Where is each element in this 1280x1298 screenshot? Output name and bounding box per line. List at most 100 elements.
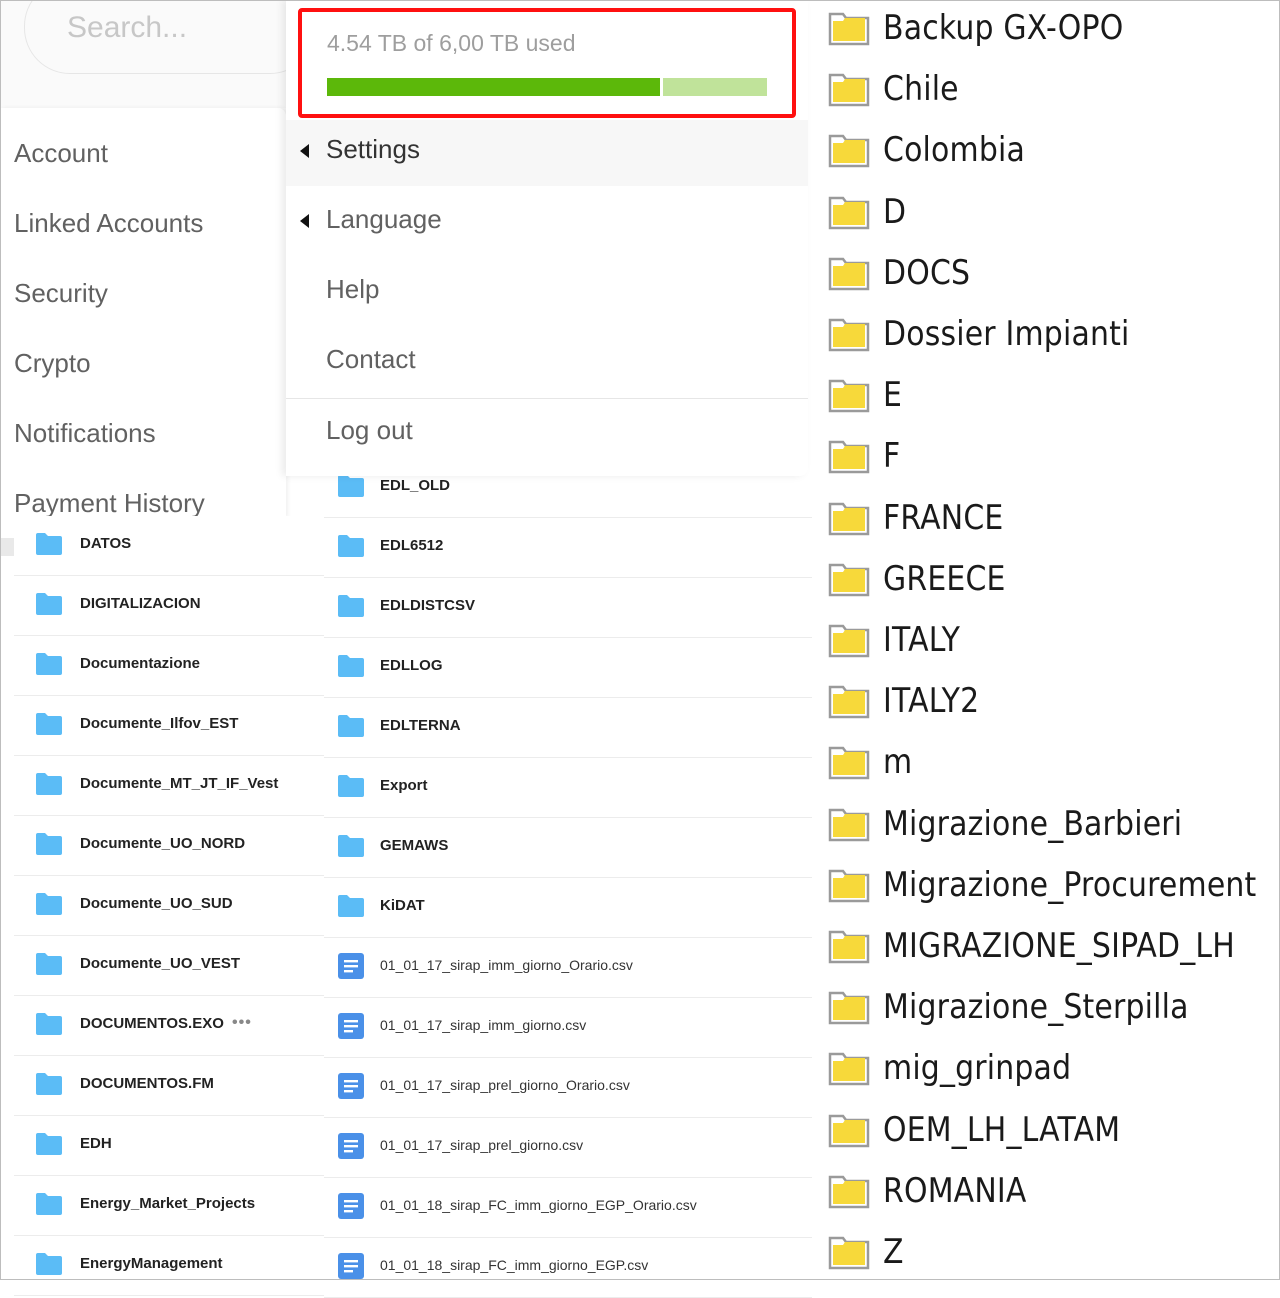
folder-icon <box>34 1132 64 1156</box>
folder-icon <box>828 563 870 597</box>
folder-icon <box>34 892 64 916</box>
explorer-folder-row[interactable]: Chile <box>812 61 1280 122</box>
explorer-folder-row[interactable]: OEM_LH_LATAM <box>812 1102 1280 1163</box>
file-row[interactable]: 01_01_17_sirap_prel_giorno_Orario.csv <box>324 1058 812 1118</box>
explorer-folder-row[interactable]: D <box>812 184 1280 245</box>
caret-left-icon <box>300 144 309 158</box>
folder-name: Migrazione_Barbieri <box>883 803 1183 844</box>
folder-row[interactable]: Energy_Market_Projects <box>14 1176 324 1236</box>
menu-item-security[interactable]: Security <box>14 278 108 309</box>
item-name: Documente_Ilfov_EST <box>80 715 239 732</box>
folder-row[interactable]: EDH <box>14 1116 324 1176</box>
dropdown-item-language[interactable]: Language <box>286 190 808 256</box>
file-row[interactable]: 01_01_18_sirap_FC_imm_giorno_EGP.csv <box>324 1238 812 1298</box>
folder-row[interactable]: EnergyManagement <box>14 1236 324 1296</box>
file-row[interactable]: 01_01_18_sirap_FC_imm_giorno_EGP_Orario.… <box>324 1178 812 1238</box>
explorer-folder-row[interactable]: m <box>812 734 1280 795</box>
explorer-folder-row[interactable]: GREECE <box>812 551 1280 612</box>
document-icon <box>338 1013 368 1039</box>
folder-icon <box>828 1236 870 1270</box>
explorer-folder-row[interactable]: Migrazione_Barbieri <box>812 796 1280 857</box>
explorer-folder-row[interactable]: Migrazione_Procurement <box>812 857 1280 918</box>
folder-icon <box>34 592 64 616</box>
item-name: Documentazione <box>80 655 201 672</box>
explorer-folder-row[interactable]: E <box>812 367 1280 428</box>
dropdown-item-help[interactable]: Help <box>286 260 808 326</box>
folder-row[interactable]: EDL6512 <box>324 518 812 578</box>
folder-row[interactable]: EDLTERNA <box>324 698 812 758</box>
folder-row[interactable]: Documente_UO_SUD <box>14 876 324 936</box>
folder-icon <box>336 834 366 858</box>
dropdown-item-settings[interactable]: Settings <box>286 120 808 186</box>
folder-row[interactable]: Documentazione <box>14 636 324 696</box>
folder-row[interactable]: KiDAT <box>324 878 812 938</box>
explorer-folder-row[interactable]: FRANCE <box>812 490 1280 551</box>
folder-row[interactable]: Export <box>324 758 812 818</box>
explorer-folder-row[interactable]: Backup GX-OPO <box>812 0 1280 61</box>
menu-item-payment-history[interactable]: Payment History <box>14 488 205 519</box>
explorer-folder-row[interactable]: F <box>812 428 1280 489</box>
explorer-folder-row[interactable]: mig_grinpad <box>812 1040 1280 1101</box>
dropdown-item-contact[interactable]: Contact <box>286 330 808 396</box>
explorer-folder-row[interactable]: ROMANIA <box>812 1163 1280 1224</box>
search-input[interactable] <box>65 7 289 49</box>
folder-row[interactable]: EDLLOG <box>324 638 812 698</box>
strip-mark <box>0 538 14 556</box>
file-row[interactable]: 01_01_17_sirap_imm_giorno_Orario.csv <box>324 938 812 998</box>
caret-left-icon <box>300 214 309 228</box>
dropdown-item-label: Settings <box>326 134 420 164</box>
item-name: EDLTERNA <box>380 717 461 734</box>
folder-icon <box>828 1175 870 1209</box>
explorer-folder-row[interactable]: Colombia <box>812 122 1280 183</box>
folder-icon <box>828 991 870 1025</box>
explorer-folder-row[interactable]: Migrazione_Sterpilla <box>812 979 1280 1040</box>
more-options-icon[interactable]: ••• <box>232 1014 252 1032</box>
file-row[interactable]: 01_01_17_sirap_prel_giorno.csv <box>324 1118 812 1178</box>
item-name: EDL_OLD <box>380 477 451 494</box>
folder-name: Migrazione_Sterpilla <box>883 987 1189 1028</box>
folder-name: OEM_LH_LATAM <box>883 1109 1121 1150</box>
folder-name: Backup GX-OPO <box>883 8 1124 48</box>
document-icon <box>338 1133 368 1159</box>
folder-icon <box>828 1052 870 1086</box>
folder-row[interactable]: Documente_Ilfov_EST <box>14 696 324 756</box>
folder-name: mig_grinpad <box>883 1048 1072 1089</box>
menu-item-crypto[interactable]: Crypto <box>14 348 91 379</box>
item-name: EDLDISTCSV <box>380 597 476 614</box>
item-name: EnergyManagement <box>80 1255 223 1272</box>
folder-row[interactable]: DATOS <box>14 516 324 576</box>
folder-name: F <box>883 436 901 477</box>
item-name: Documente_UO_NORD <box>80 835 246 852</box>
file-row[interactable]: 01_01_17_sirap_imm_giorno.csv <box>324 998 812 1058</box>
folder-row[interactable]: Documente_UO_NORD <box>14 816 324 876</box>
explorer-folder-row[interactable]: Dossier Impianti <box>812 306 1280 367</box>
item-name: 01_01_17_sirap_prel_giorno.csv <box>380 1137 584 1153</box>
dropdown-item-logout[interactable]: Log out <box>286 401 808 467</box>
document-icon <box>338 953 368 979</box>
folder-row[interactable]: DOCUMENTOS.FM <box>14 1056 324 1116</box>
search-box[interactable] <box>24 0 316 74</box>
explorer-folder-row[interactable]: DOCS <box>812 245 1280 306</box>
folder-row[interactable]: DOCUMENTOS.EXO ••• <box>14 996 324 1056</box>
explorer-folder-row[interactable]: Z <box>812 1224 1280 1285</box>
folder-name: m <box>883 742 913 783</box>
folder-icon <box>34 1192 64 1216</box>
folder-row[interactable]: Documente_MT_JT_IF_Vest <box>14 756 324 816</box>
menu-item-account[interactable]: Account <box>14 138 108 169</box>
explorer-folder-row[interactable]: ITALY2 <box>812 673 1280 734</box>
folder-icon <box>336 894 366 918</box>
dropdown-item-label: Log out <box>326 415 413 445</box>
folder-row[interactable]: DIGITALIZACION <box>14 576 324 636</box>
folder-row[interactable]: EDLDISTCSV <box>324 578 812 638</box>
explorer-folder-row[interactable]: MIGRAZIONE_SIPAD_LH <box>812 918 1280 979</box>
item-name: 01_01_17_sirap_prel_giorno_Orario.csv <box>380 1077 630 1093</box>
folder-row[interactable]: GEMAWS <box>324 818 812 878</box>
explorer-folder-row[interactable]: ITALY <box>812 612 1280 673</box>
folder-icon <box>828 746 870 780</box>
search-area <box>0 0 316 108</box>
item-name: DOCUMENTOS.EXO <box>80 1015 224 1032</box>
folder-row[interactable]: Documente_UO_VEST <box>14 936 324 996</box>
folder-icon <box>336 594 366 618</box>
menu-item-linked-accounts[interactable]: Linked Accounts <box>14 208 203 239</box>
menu-item-notifications[interactable]: Notifications <box>14 418 156 449</box>
